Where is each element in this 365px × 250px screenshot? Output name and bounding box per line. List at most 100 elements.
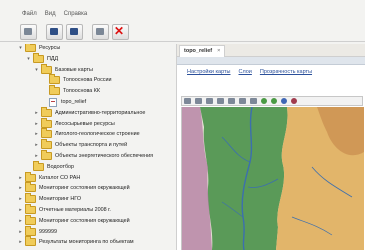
expand-icon[interactable]: ▸: [18, 195, 23, 203]
tree-item[interactable]: ▾ ПДД: [26, 52, 58, 63]
folder-icon: [33, 52, 44, 63]
folder-icon: [25, 214, 36, 225]
expand-icon[interactable]: ▸: [34, 109, 39, 117]
open-button[interactable]: [20, 24, 37, 40]
expand-icon[interactable]: ▸: [18, 206, 23, 214]
collapse-icon[interactable]: ▾: [26, 55, 31, 63]
collapse-icon[interactable]: ▾: [34, 66, 39, 74]
tree-item[interactable]: Водоотбор: [26, 160, 74, 171]
tree-item[interactable]: topo_relief: [42, 97, 87, 107]
tree-item-label: Мониторинг НГО: [39, 196, 82, 203]
tree-item[interactable]: ▸ Лесосырьевые ресурсы: [34, 117, 115, 128]
open-icon: [24, 28, 32, 35]
zoom-in-icon[interactable]: [228, 98, 235, 104]
grid-icon[interactable]: [206, 98, 213, 104]
select-icon[interactable]: [184, 98, 191, 104]
tree-item-label: Результаты мониторинга по объектам: [39, 239, 134, 246]
folder-icon: [25, 171, 36, 182]
delete-icon: ✕: [114, 24, 125, 38]
tree-item[interactable]: ▸ Каталог СО РАН: [18, 171, 81, 182]
map-canvas[interactable]: [181, 107, 364, 250]
tree-item-label: Отчетные материалы 2008 г.: [39, 207, 111, 213]
help-icon[interactable]: [291, 98, 297, 104]
tree-item[interactable]: ▸ Отчетные материалы 2008 г.: [18, 204, 111, 214]
back-icon[interactable]: [261, 98, 267, 104]
tree-item[interactable]: ▸ 999999: [18, 225, 57, 236]
tree-item-label: Объекты энергетического обеспечения: [55, 153, 154, 159]
tree-item-label: 999999: [39, 228, 57, 235]
expand-icon[interactable]: ▸: [18, 228, 23, 236]
expand-icon[interactable]: ▸: [18, 174, 23, 182]
tree-item-label: Каталог СО РАН: [39, 174, 81, 181]
expand-icon[interactable]: ▸: [34, 120, 39, 128]
link-layers[interactable]: Слои: [239, 69, 252, 75]
tab-label: topo_relief: [184, 48, 213, 54]
map-doc-icon: [49, 97, 57, 107]
menu-file[interactable]: Файл: [22, 11, 37, 17]
tree-item[interactable]: Топооснова России: [42, 74, 112, 85]
save-icon: [50, 28, 58, 35]
tree-item[interactable]: Топооснова КК: [42, 85, 101, 96]
expand-icon[interactable]: ▸: [34, 141, 39, 149]
tree-item-label: Топооснова КК: [63, 88, 101, 95]
folder-icon: [41, 139, 52, 150]
save-all-icon: [70, 28, 78, 35]
map-toolbar: [181, 96, 363, 106]
info-icon[interactable]: [281, 98, 287, 104]
link-map-transparency[interactable]: Прозрачность карты: [260, 69, 312, 75]
folder-icon: [49, 74, 60, 85]
delete-button[interactable]: ✕: [112, 24, 129, 40]
folder-icon: [49, 85, 60, 96]
expand-icon[interactable]: ▸: [34, 130, 39, 138]
tree-item[interactable]: ▸ Объекты энергетического обеспечения: [34, 150, 154, 160]
toolbar: ✕: [20, 24, 129, 40]
expand-icon[interactable]: ▸: [18, 238, 23, 246]
forward-icon[interactable]: [271, 98, 277, 104]
pan-icon[interactable]: [217, 98, 224, 104]
tree-item-label: Базовые карты: [55, 66, 93, 73]
tree-item-label: Лиголого-геологическое строение: [55, 131, 140, 138]
tree-item[interactable]: ▾ Ресурсы: [18, 44, 60, 52]
tree-item[interactable]: ▸ Лиголого-геологическое строение: [34, 128, 140, 139]
tree-item-label: Мониторинг состояния окружающей: [39, 185, 130, 192]
menu-view[interactable]: Вид: [45, 11, 56, 17]
properties-button[interactable]: [92, 24, 109, 40]
tree-item-label: topo_relief: [61, 99, 87, 105]
save-button[interactable]: [46, 24, 63, 40]
tree-item[interactable]: ▸ Административно-территориальное: [34, 106, 145, 117]
folder-icon: [41, 128, 52, 139]
expand-icon[interactable]: ▸: [18, 184, 23, 192]
tab-close-icon[interactable]: ×: [217, 46, 220, 57]
map-links: Настройки карты Слои Прозрачность карты: [187, 69, 312, 75]
folder-icon: [41, 106, 52, 117]
tree-item-label: Мониторинг состояния окружающей: [39, 217, 130, 224]
zoom-out-icon[interactable]: [239, 98, 246, 104]
link-map-settings[interactable]: Настройки карты: [187, 69, 231, 75]
folder-icon: [41, 63, 52, 74]
tab-topo-relief[interactable]: topo_relief ×: [179, 45, 226, 57]
expand-icon[interactable]: ▸: [34, 152, 39, 160]
zoom-extent-icon[interactable]: [250, 98, 257, 104]
menu-bar: Файл Вид Справка: [0, 0, 365, 22]
tree-item[interactable]: ▸ Мониторинг состояния окружающей: [18, 214, 130, 225]
tree-item[interactable]: ▸ Мониторинг НГО: [18, 193, 82, 204]
tree-item-label: Ресурсы: [39, 45, 61, 51]
panel-header-strip: [177, 57, 365, 65]
tree-item[interactable]: ▸ Результаты мониторинга по объектам: [18, 236, 134, 247]
folder-icon: [25, 182, 36, 193]
menu-help[interactable]: Справка: [64, 11, 88, 17]
tree-item[interactable]: ▸ Объекты транспорта и путей: [34, 139, 127, 150]
tab-bar: topo_relief ×: [177, 44, 365, 57]
tree-item-label: Топооснова России: [63, 77, 112, 84]
layers-icon[interactable]: [195, 98, 202, 104]
save-all-button[interactable]: [66, 24, 83, 40]
expand-icon[interactable]: ▸: [18, 217, 23, 225]
tree-item[interactable]: ▾ Базовые карты: [34, 63, 93, 74]
toolbar-divider: [0, 41, 365, 42]
folder-icon: [25, 193, 36, 204]
collapse-icon[interactable]: ▾: [18, 44, 23, 52]
menu-items: Файл Вид Справка: [22, 11, 87, 17]
resource-tree: ▾ Ресурсы ▾ ПДД ▾ Базовые карты Топооснова Рос…: [18, 44, 176, 250]
tree-item[interactable]: ▸ Мониторинг состояния окружающей: [18, 182, 130, 193]
properties-icon: [96, 28, 104, 35]
